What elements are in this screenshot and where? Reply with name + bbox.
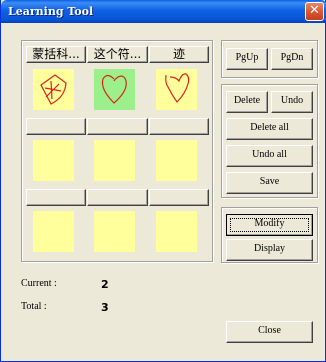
character-cell[interactable] [33, 211, 74, 252]
title-bar[interactable]: Learning Tool ✕ [1, 0, 326, 23]
delete-all-button[interactable]: Delete all [226, 118, 313, 140]
character-cell[interactable] [156, 140, 197, 181]
character-cell-selected[interactable] [94, 69, 135, 110]
character-cell[interactable] [156, 69, 197, 110]
total-label: Total : [21, 301, 47, 312]
learning-tool-window: Learning Tool ✕ 蒙括科... 这个符... 迹 PgUp PgD… [0, 0, 326, 362]
column-header-button[interactable] [149, 118, 209, 135]
close-button[interactable]: Close [226, 321, 313, 343]
undo-all-button[interactable]: Undo all [226, 145, 313, 167]
pgup-button[interactable]: PgUp [226, 48, 268, 70]
column-header-button[interactable] [149, 189, 209, 206]
column-header-button[interactable] [87, 189, 148, 206]
undo-button[interactable]: Undo [271, 91, 313, 113]
display-button[interactable]: Display [226, 239, 313, 261]
modify-button[interactable]: Modify [226, 214, 313, 236]
save-button[interactable]: Save [226, 172, 313, 194]
column-header-button[interactable] [26, 118, 86, 135]
current-label: Current : [21, 278, 57, 289]
delete-button[interactable]: Delete [226, 91, 268, 113]
character-cell[interactable] [156, 211, 197, 252]
window-title: Learning Tool [8, 5, 94, 18]
total-value: 3 [101, 301, 109, 314]
close-window-icon[interactable]: ✕ [305, 2, 324, 21]
column-header-button[interactable] [26, 189, 86, 206]
star-in-shape-drawing [40, 74, 67, 105]
character-cell[interactable] [33, 69, 74, 110]
pgdn-button[interactable]: PgDn [271, 48, 313, 70]
heart-drawing [165, 73, 190, 103]
character-cell[interactable] [94, 140, 135, 181]
current-value: 2 [101, 278, 109, 291]
column-header-button[interactable]: 迹 [149, 46, 209, 63]
character-cell[interactable] [94, 211, 135, 252]
character-cell[interactable] [33, 140, 74, 181]
column-header-button[interactable]: 这个符... [87, 46, 148, 63]
column-header-button[interactable] [87, 118, 148, 135]
column-header-button[interactable]: 蒙括科... [26, 46, 86, 63]
focus-rect [230, 218, 309, 232]
heart-drawing [101, 74, 127, 104]
